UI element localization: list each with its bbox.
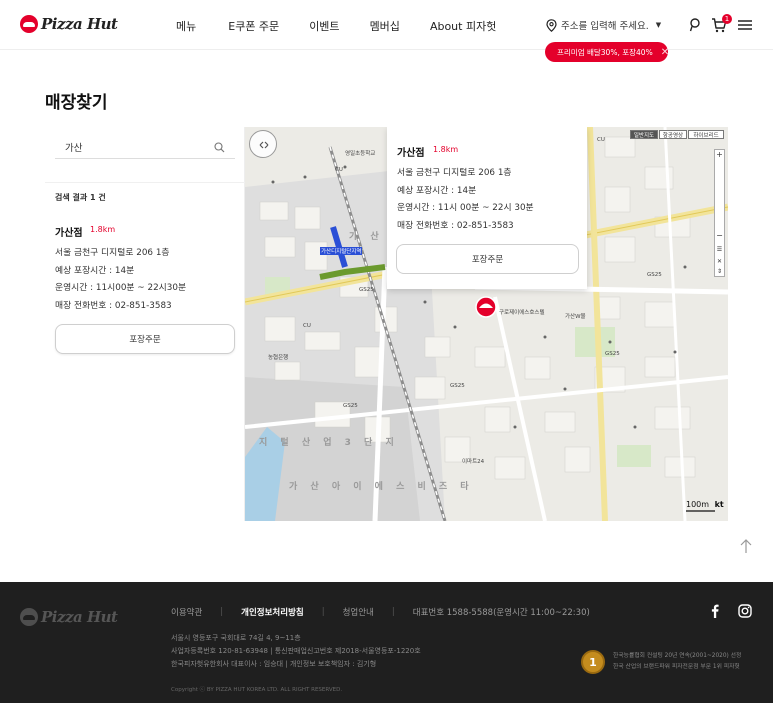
nav-item-menu[interactable]: 메뉴 (176, 18, 196, 34)
footer-link-franchise[interactable]: 청업안내 (343, 606, 374, 618)
award-text: 한국능률협회 컨설팅 20년 연속(2001~2020) 선정 한국 산업의 브… (613, 651, 741, 673)
map-road-label: 가 산 (349, 232, 384, 242)
search-icon[interactable] (214, 142, 225, 153)
page-title: 매장찾기 (45, 93, 108, 113)
map-brand-logo: kt (714, 500, 724, 509)
popup-store-phone: 매장 전화번호 : 02-851-3583 (397, 220, 514, 231)
nav-item-event[interactable]: 이벤트 (309, 18, 339, 34)
user-icon[interactable] (687, 17, 703, 33)
map-poi-label: GS25 (450, 383, 465, 389)
map-area-icon[interactable]: ⇕ (715, 268, 724, 277)
location-pin-icon (546, 18, 557, 32)
map-poi-label: 영일초등학교 (345, 151, 376, 157)
pizza-hut-logo[interactable]: Pizza Hut (20, 15, 118, 33)
map-poi-label: GS25 (359, 287, 374, 293)
search-box (55, 137, 235, 159)
footer-link-separator: | (220, 607, 224, 617)
map-scale-value: 100m (686, 500, 710, 509)
promo-banner[interactable]: 프리미엄 배달30%, 포장40% ✕ (545, 42, 669, 62)
map-type-satellite[interactable]: 항공영상 (659, 130, 687, 139)
footer-links: 이용약관 | 개인정보처리방침 | 청업안내 | 대표번호 1588-5588(… (171, 606, 590, 618)
map-poi-label: 농협은행 (268, 355, 289, 361)
store-info: 서울 금천구 디지털로 206 1층 예상 포장시간 : 14분 운영시간 : … (55, 245, 186, 315)
address-placeholder: 주소를 입력해 주세요. (561, 21, 649, 32)
footer-link-separator: | (391, 607, 395, 617)
footer-phone: 대표번호 1588-5588(운영시간 11:00~22:30) (412, 608, 590, 618)
zoom-out-button[interactable]: − (715, 232, 724, 241)
store-name[interactable]: 가산점 (55, 224, 83, 239)
zoom-in-button[interactable]: + (715, 151, 724, 160)
award-medal-icon: 1 (581, 650, 605, 674)
zoom-control[interactable]: + − ☰ ✕ ⇕ (714, 149, 725, 277)
divider (45, 182, 245, 183)
map-type-hybrid[interactable]: 하이브리드 (688, 130, 724, 139)
nav-item-about[interactable]: About 피자헛 (430, 18, 496, 34)
map-poi-label: 이마트24 (462, 459, 485, 465)
popup-store-address: 서울 금천구 디지털로 206 1층 (397, 168, 512, 178)
map-pan-control[interactable] (249, 130, 277, 158)
footer-copyright: Copyright ⓒ BY PIZZA HUT KOREA LTD. ALL … (171, 687, 343, 693)
footer-link-separator: | (321, 607, 325, 617)
award-badge-block: 1 한국능률협회 컨설팅 20년 연속(2001~2020) 선정 한국 산업의… (581, 650, 741, 674)
map-poi-label: CU (335, 167, 343, 173)
store-pickup-time: 예상 포장시간 : 14분 (55, 265, 135, 276)
map-tool-icon[interactable]: ☰ (715, 246, 724, 255)
facebook-icon[interactable] (708, 604, 722, 618)
nav-item-ecoupon[interactable]: E쿠폰 주문 (228, 18, 279, 34)
footer-ceo: 한국피자헛유한회사 대표이사 : 임승대 | 개인정보 보호책임자 : 김기형 (171, 660, 377, 668)
footer-address: 서울시 영등포구 국회대로 74길 4, 9~11층 (171, 634, 301, 642)
store-search-panel: 검색 결과 1 건 가산점 1.8km 서울 금천구 디지털로 206 1층 예… (45, 127, 245, 521)
footer-logo: Pizza Hut (20, 608, 118, 626)
cart-count-badge: 1 (722, 14, 732, 24)
popup-pickup-order-button[interactable]: 포장주문 (396, 244, 579, 274)
map-poi-label: 구로제이에스호스텔 (499, 310, 545, 316)
popup-store-hours: 운영시간 : 11시 00분 ~ 22시 30분 (397, 203, 534, 213)
footer-company-info: 서울시 영등포구 국회대로 74길 4, 9~11층 사업자등록번호 120-8… (171, 632, 421, 671)
hamburger-menu-icon[interactable] (737, 17, 753, 33)
map-poi-label: CU (303, 323, 311, 329)
pizza-hut-roof-icon (20, 608, 38, 626)
search-input[interactable] (55, 137, 205, 157)
store-distance: 1.8km (90, 225, 116, 234)
address-selector[interactable]: 주소를 입력해 주세요. ▼ (546, 18, 661, 32)
pan-arrows-icon (259, 141, 269, 149)
store-map[interactable]: 지 털 산 업 3 단 지 가 산 아 이 에 스 비 즈 타 가 산 가산디지… (245, 127, 728, 521)
close-icon[interactable]: ✕ (661, 47, 669, 58)
award-line: 한국능률협회 컨설팅 20년 연속(2001~2020) 선정 (613, 653, 742, 659)
popup-store-distance: 1.8km (433, 145, 459, 154)
map-area-label: 가 산 아 이 에 스 비 즈 타 (289, 482, 474, 492)
store-phone: 매장 전화번호 : 02-851-3583 (55, 300, 172, 311)
map-poi-label: 가산W몰 (565, 314, 586, 320)
store-address: 서울 금천구 디지털로 206 1층 (55, 248, 170, 258)
store-info-popup: 가산점 1.8km 서울 금천구 디지털로 206 1층 예상 포장시간 : 1… (387, 127, 587, 289)
pickup-order-button[interactable]: 포장주문 (55, 324, 235, 354)
map-distance-icon[interactable]: ✕ (715, 258, 724, 267)
site-footer: Pizza Hut 이용약관 | 개인정보처리방침 | 청업안내 | 대표번호 … (0, 582, 773, 703)
popup-store-info: 서울 금천구 디지털로 206 1층 예상 포장시간 : 14분 운영시간 : … (397, 165, 534, 235)
popup-store-pickup-time: 예상 포장시간 : 14분 (397, 185, 477, 196)
map-poi-label: CU (597, 137, 605, 143)
main-nav: 메뉴 E쿠폰 주문 이벤트 멤버십 About 피자헛 (176, 18, 496, 34)
map-area-label: 지 털 산 업 3 단 지 (259, 438, 399, 448)
footer-link-terms[interactable]: 이용약관 (171, 606, 202, 618)
map-station-label: 가산디지털단지역 (320, 247, 363, 255)
instagram-icon[interactable] (738, 604, 752, 618)
footer-business-number: 사업자등록번호 120-81-63948 | 통신판매업신고번호 제2018-서… (171, 647, 421, 655)
map-poi-label: GS25 (647, 272, 662, 278)
promo-text: 프리미엄 배달30%, 포장40% (557, 47, 653, 57)
scroll-top-icon[interactable] (740, 538, 752, 554)
map-scale: 100m kt (686, 500, 724, 509)
map-type-normal[interactable]: 일반지도 (630, 130, 658, 139)
popup-store-name: 가산점 (397, 148, 425, 159)
award-line: 한국 산업의 브랜드파워 피자전문점 부문 1위 피자헛 (613, 664, 740, 670)
result-count: 검색 결과 1 건 (55, 193, 106, 202)
chevron-down-icon: ▼ (655, 21, 662, 29)
store-hours: 운영시간 : 11시00분 ~ 22시30분 (55, 283, 187, 293)
footer-link-privacy[interactable]: 개인정보처리방침 (241, 606, 304, 618)
map-poi-label: GS25 (343, 403, 358, 409)
map-poi-label: GS25 (605, 351, 620, 357)
pizza-hut-roof-icon (20, 15, 38, 33)
nav-item-membership[interactable]: 멤버십 (370, 18, 400, 34)
